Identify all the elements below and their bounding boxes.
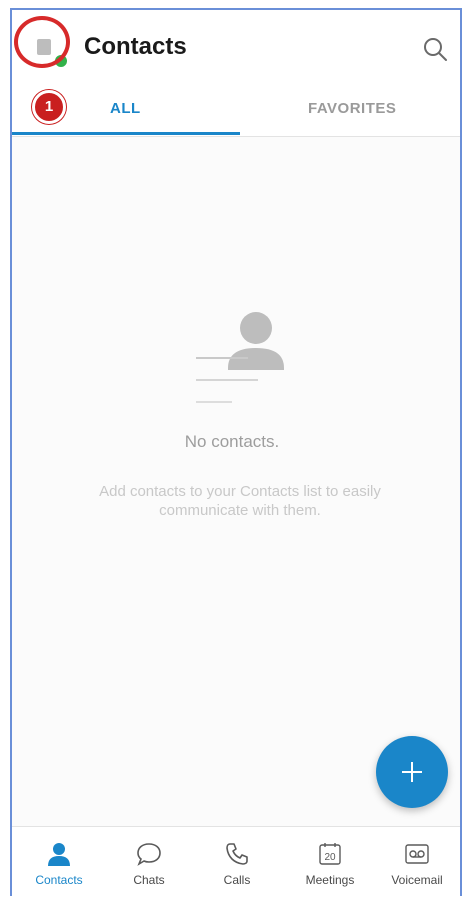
phone-icon <box>226 843 248 865</box>
empty-contacts-icon <box>196 312 284 403</box>
annotation-highlight-circle <box>14 16 70 68</box>
person-icon <box>48 843 70 866</box>
nav-calls-label: Calls <box>223 873 251 887</box>
calendar-icon: 20 <box>319 843 341 865</box>
annotation-step-badge: 1 <box>32 90 66 124</box>
nav-voicemail[interactable]: Voicemail <box>372 827 462 899</box>
bottom-navigation: Contacts Chats Calls 20 Meetings Voicema… <box>12 826 460 899</box>
add-contact-button[interactable] <box>376 736 448 808</box>
nav-chats[interactable]: Chats <box>104 827 194 899</box>
app-header <box>12 10 460 84</box>
search-icon <box>424 38 447 61</box>
nav-voicemail-label: Voicemail <box>391 873 443 887</box>
empty-state-title: No contacts. <box>184 432 280 451</box>
contacts-tab-bar: ALL FAVORITES <box>12 84 460 137</box>
search-button[interactable] <box>422 36 448 62</box>
nav-contacts[interactable]: Contacts <box>14 827 104 899</box>
nav-contacts-label: Contacts <box>35 873 83 887</box>
calendar-date-badge: 20 <box>324 852 336 863</box>
nav-meetings-label: Meetings <box>305 873 355 887</box>
voicemail-icon <box>405 844 429 864</box>
nav-meetings[interactable]: 20 Meetings <box>285 827 375 899</box>
active-tab-indicator <box>12 132 240 135</box>
empty-state-description: Add contacts to your Contacts list to ea… <box>99 483 381 519</box>
nav-chats-label: Chats <box>133 873 165 887</box>
nav-calls[interactable]: Calls <box>192 827 282 899</box>
chat-bubble-icon <box>137 843 161 866</box>
plus-icon <box>402 762 422 782</box>
tab-all[interactable]: ALL <box>110 100 141 117</box>
tab-favorites[interactable]: FAVORITES <box>308 100 396 117</box>
page-title: Contacts <box>84 33 187 60</box>
